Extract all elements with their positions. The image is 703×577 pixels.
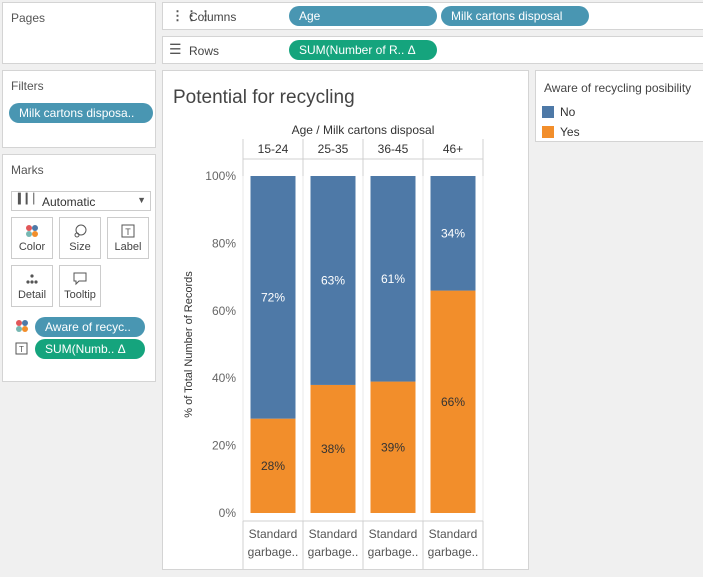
data-label: 63% (321, 273, 345, 287)
marks-title: Marks (11, 163, 44, 177)
svg-text:T: T (125, 227, 131, 237)
bar-chart-icon: ▍▎▏ (18, 194, 42, 205)
y-tick-label: 80% (212, 236, 236, 250)
detail-button-label: Detail (17, 289, 47, 301)
filter-pill-milk-cartons[interactable]: Milk cartons disposa.. (9, 103, 153, 123)
subcategory-label: garbage.. (368, 545, 419, 559)
category-label: 36-45 (378, 142, 409, 156)
data-label: 39% (381, 440, 405, 454)
subcategory-label: garbage.. (308, 545, 359, 559)
color-button-label: Color (18, 241, 46, 253)
column-header-title: Age / Milk cartons disposal (292, 123, 435, 137)
tooltip-button[interactable]: Tooltip (59, 265, 101, 307)
legend-swatch-no (542, 106, 554, 118)
columns-label: Columns (189, 10, 237, 24)
label-T-icon: T (108, 224, 148, 238)
column-pill-milk-cartons[interactable]: Milk cartons disposal (441, 6, 589, 26)
svg-text:T: T (19, 345, 24, 354)
category-label: 46+ (443, 142, 463, 156)
subcategory-label: Standard (309, 527, 358, 541)
y-tick-label: 100% (205, 169, 236, 183)
color-dots-icon (12, 224, 52, 238)
pages-title: Pages (11, 11, 46, 25)
legend-label-yes: Yes (560, 125, 580, 139)
label-T-icon: T (15, 342, 29, 359)
data-label: 38% (321, 442, 345, 456)
legend-swatch-yes (542, 126, 554, 138)
chart-card: Potential for recycling Age / Milk carto… (162, 70, 529, 570)
y-tick-label: 40% (212, 371, 236, 385)
legend-title: Aware of recycling posibility (544, 81, 692, 95)
rows-icon: ☰ (169, 41, 182, 57)
rows-shelf[interactable]: ☰ Rows SUM(Number of R.. Δ (162, 36, 703, 64)
tooltip-button-label: Tooltip (64, 289, 96, 301)
legend-item-yes[interactable]: Yes (542, 125, 580, 139)
y-tick-label: 0% (219, 506, 237, 520)
subcategory-label: Standard (429, 527, 478, 541)
bar-chart: Age / Milk cartons disposal15-24 25-35 36-… (183, 123, 484, 569)
data-label: 72% (261, 290, 285, 304)
pages-card: Pages (2, 2, 156, 64)
size-button-label: Size (69, 241, 91, 253)
color-dots-icon (15, 319, 29, 336)
subcategory-label: garbage.. (248, 545, 299, 559)
mark-type-dropdown[interactable]: ▍▎▏ Automatic ▼ (11, 191, 151, 211)
column-pill-age[interactable]: Age (289, 6, 437, 26)
filters-title: Filters (11, 79, 44, 93)
size-icon (60, 224, 100, 238)
detail-dots-icon (12, 272, 52, 286)
data-label: 66% (441, 395, 465, 409)
legend-card: Aware of recycling posibility No Yes (535, 70, 703, 142)
y-tick-label: 60% (212, 304, 236, 318)
data-label: 34% (441, 226, 465, 240)
rows-label: Rows (189, 44, 220, 58)
filters-card: Filters Milk cartons disposa.. (2, 70, 156, 148)
chevron-down-icon: ▼ (137, 195, 146, 205)
row-pill-sum-records[interactable]: SUM(Number of R.. Δ (289, 40, 437, 60)
data-label: 61% (381, 272, 405, 286)
marks-field-aware-pill[interactable]: Aware of recyc.. (35, 317, 145, 337)
category-label: 25-35 (318, 142, 349, 156)
data-label: 28% (261, 459, 285, 473)
subcategory-label: garbage.. (428, 545, 479, 559)
label-button[interactable]: T Label (107, 217, 149, 259)
category-label: 15-24 (258, 142, 289, 156)
legend-item-no[interactable]: No (542, 105, 575, 119)
color-button[interactable]: Color (11, 217, 53, 259)
y-axis-label: % of Total Number of Records (183, 271, 195, 418)
label-button-label: Label (114, 241, 142, 253)
columns-shelf[interactable]: ⋮⋮⋮ Columns Age Milk cartons disposal (162, 2, 703, 30)
subcategory-label: Standard (369, 527, 418, 541)
marks-card: Marks ▍▎▏ Automatic ▼ Color Size T Label… (2, 154, 156, 382)
y-tick-label: 20% (212, 439, 236, 453)
marks-field-sum-pill[interactable]: SUM(Numb.. Δ (35, 339, 145, 359)
tooltip-bubble-icon (60, 272, 100, 286)
size-button[interactable]: Size (59, 217, 101, 259)
mark-type-value: Automatic (42, 195, 96, 209)
subcategory-label: Standard (249, 527, 298, 541)
legend-label-no: No (560, 105, 576, 119)
detail-button[interactable]: Detail (11, 265, 53, 307)
